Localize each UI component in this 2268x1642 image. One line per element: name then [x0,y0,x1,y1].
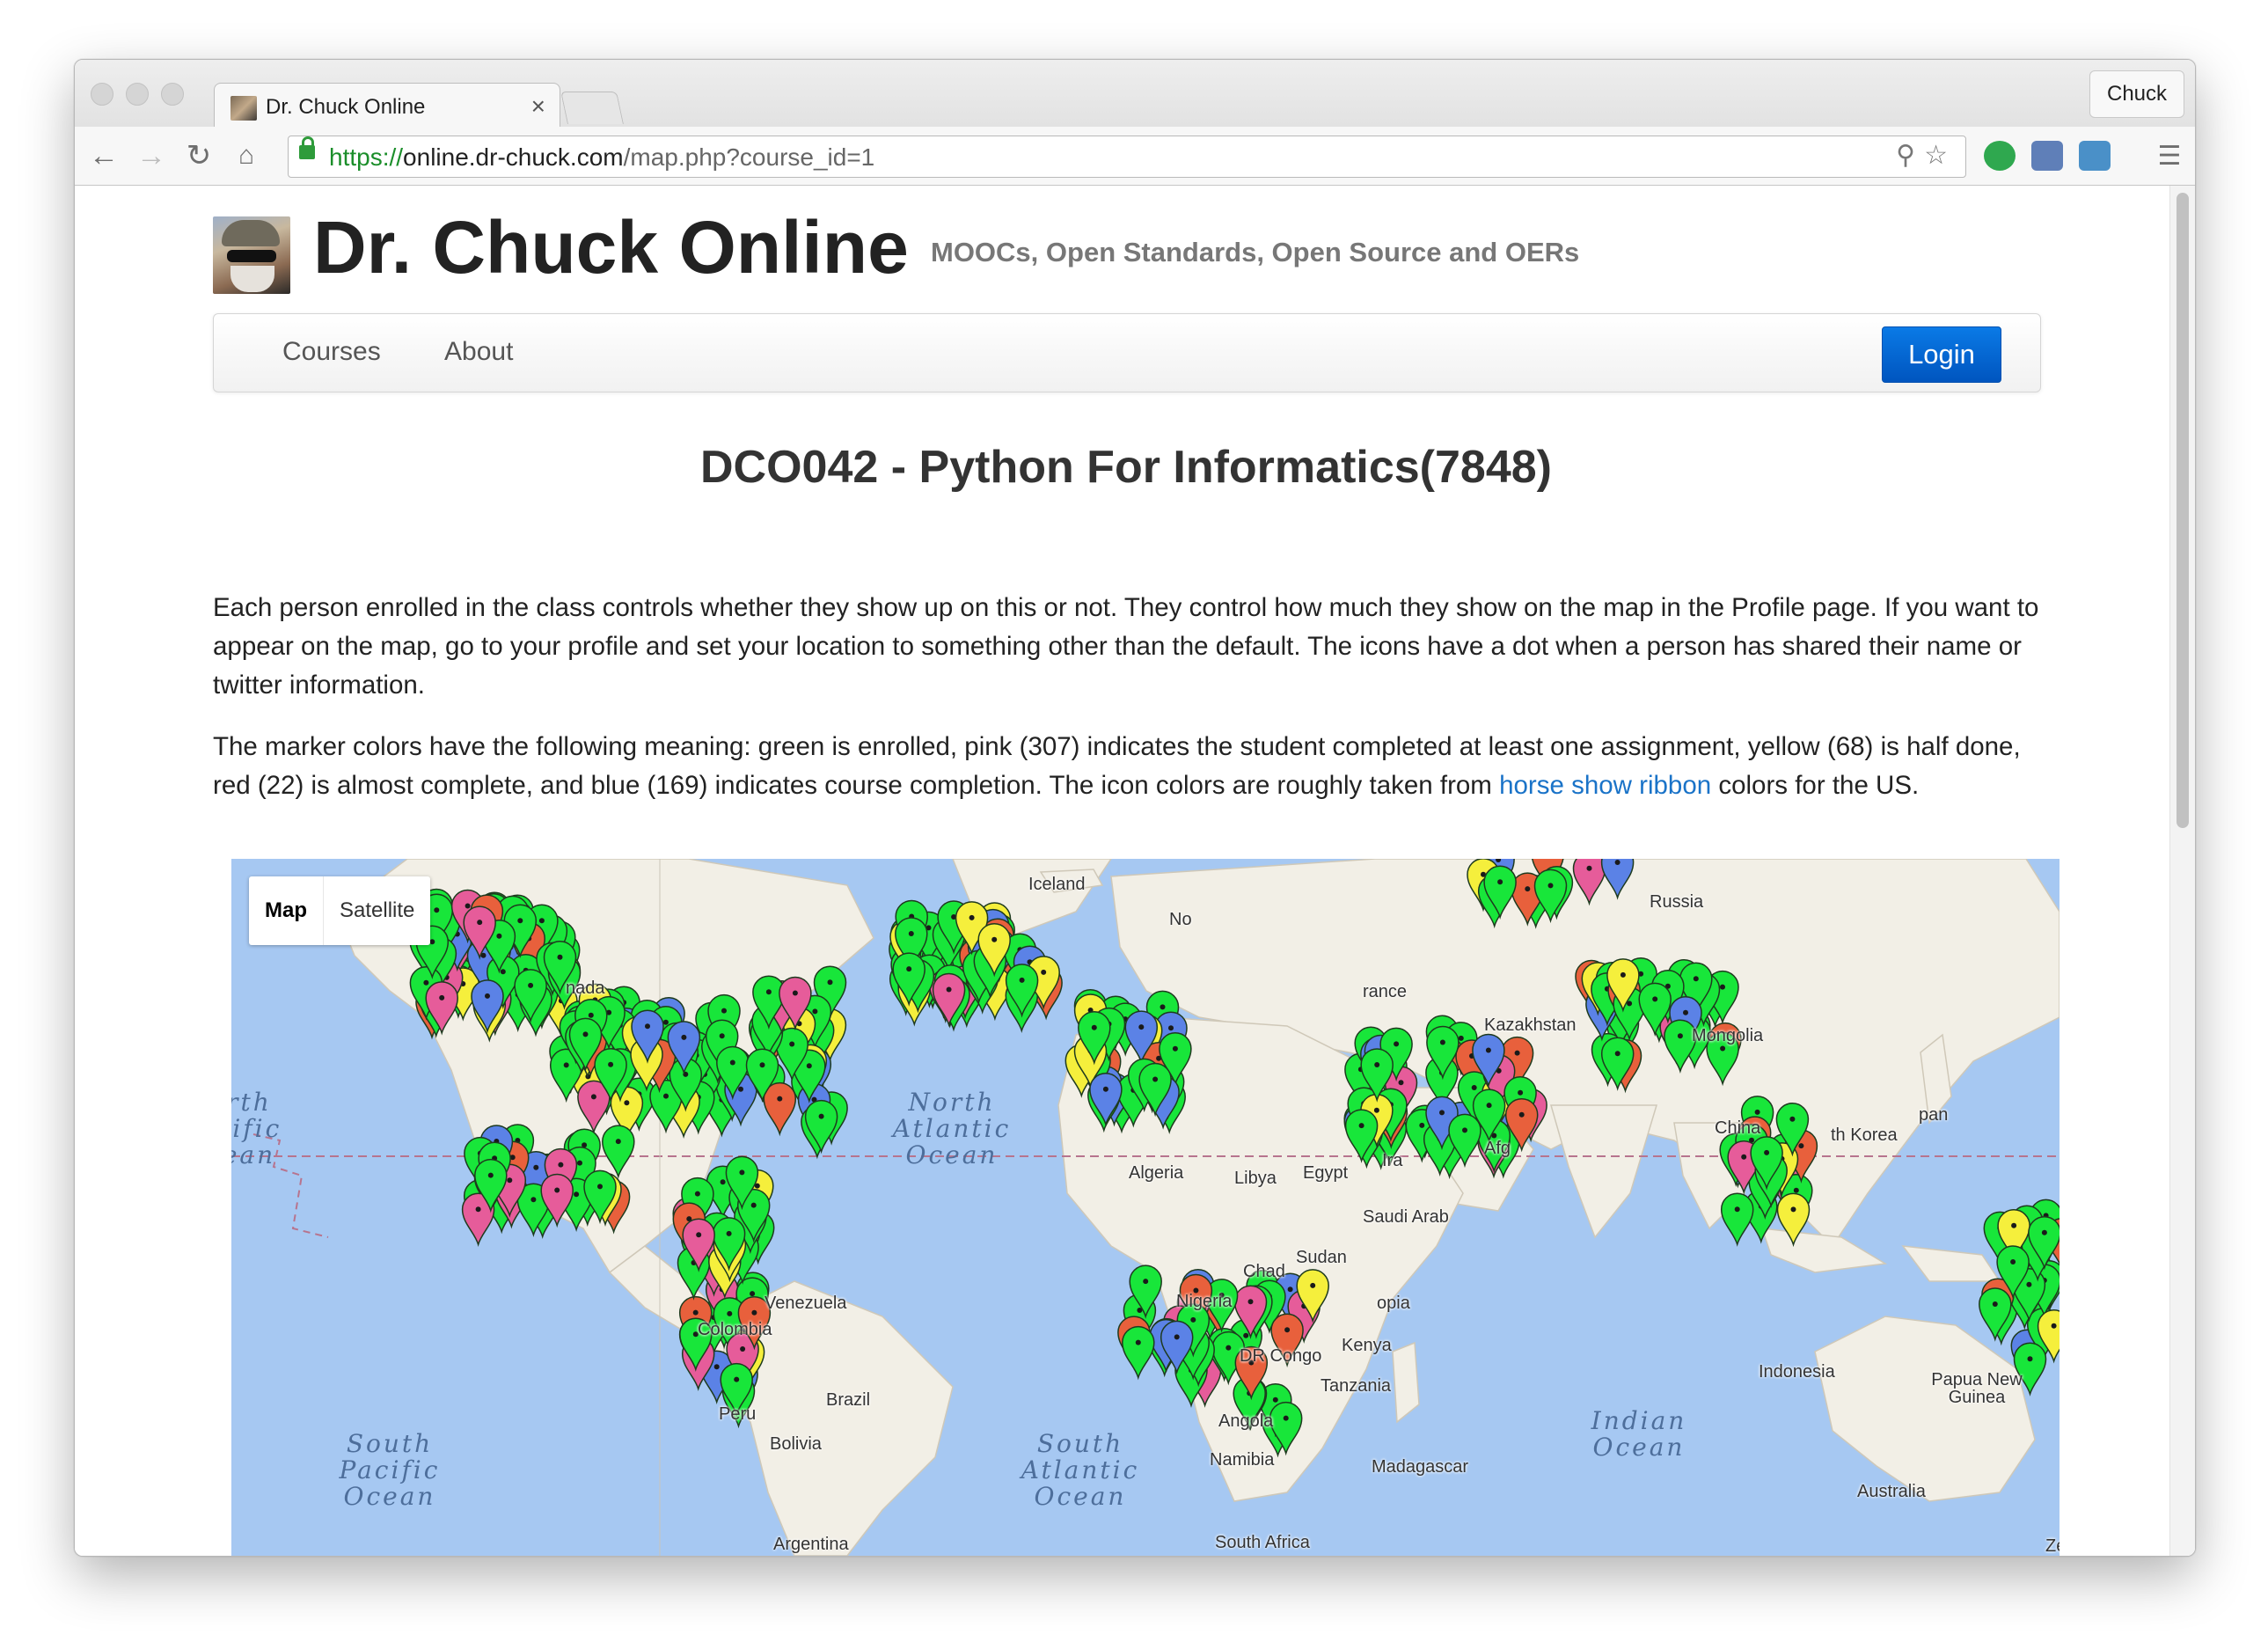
close-window-button[interactable] [91,83,113,106]
indonesia-land [1760,1228,1888,1273]
map-marker[interactable] [763,1081,797,1137]
device-extension-icon[interactable] [2079,141,2111,171]
bookmark-star-icon[interactable]: ⚲☆ [1896,140,1957,171]
map-label-argentina: Argentina [773,1535,849,1554]
map-label-drcongo: DR Congo [1240,1346,1322,1366]
login-button[interactable]: Login [1882,326,2001,383]
map-label-brazil: Brazil [826,1390,871,1410]
map-label-venezuela: Venezuela [765,1294,847,1313]
new-guinea-land [1901,1245,2001,1282]
map-label-russia: Russia [1650,892,1704,912]
browser-tab[interactable]: Dr. Chuck Online × [214,83,560,129]
horse-show-ribbon-link[interactable]: horse show ribbon [1499,771,1711,800]
map-type-satellite-button[interactable]: Satellite [324,876,430,945]
url-text: https://online.dr-chuck.com/map.php?cour… [329,143,875,171]
map-label-chad: Chad [1243,1262,1285,1281]
php-extension-icon[interactable] [2031,141,2063,171]
map-label-libya: Libya [1234,1169,1277,1188]
menu-icon[interactable]: ☰ [2151,137,2188,174]
minimize-window-button[interactable] [126,83,149,106]
map-label-bolivia: Bolivia [770,1434,822,1454]
new-tab-button[interactable] [560,92,624,124]
page-viewport: Dr. Chuck Online MOOCs, Open Standards, … [75,186,2195,1556]
map-label-norway: No [1169,910,1192,929]
ocean-label-indian: Indian Ocean [1591,1406,1687,1462]
map-label-australia: Australia [1857,1482,1926,1501]
zoom-window-button[interactable] [161,83,184,106]
australia-land [1814,1316,2036,1502]
map-label-nigeria: Nigeria [1176,1292,1233,1311]
site-tagline: MOOCs, Open Standards, Open Source and O… [931,237,1580,268]
forward-arrow-icon[interactable]: → [133,137,170,174]
map-type-control: Map Satellite [249,876,431,945]
map-type-map-button[interactable]: Map [249,876,324,945]
map-label-angola: Angola [1218,1411,1274,1431]
avatar-beard [230,266,274,292]
map-label-namibia: Namibia [1210,1450,1275,1470]
map-label-southafrica: South Africa [1215,1533,1310,1552]
hangouts-extension-icon[interactable] [1984,141,2016,171]
favicon-icon [230,96,257,121]
map-label-china: China [1715,1118,1761,1138]
map-label-png: Papua New Guinea [1931,1370,2023,1407]
course-title: DCO042 - Python For Informatics(7848) [700,442,1552,493]
address-bar[interactable]: https://online.dr-chuck.com/map.php?cour… [288,136,1966,178]
enrollment-map[interactable]: Map Satellite Iceland Russia Kazakhstan … [231,859,2059,1556]
site-title[interactable]: Dr. Chuck Online [313,205,909,290]
map-label-iceland: Iceland [1028,875,1086,894]
map-label-saudi: Saudi Arab [1363,1207,1449,1227]
map-label-japan: pan [1919,1105,1949,1125]
navbar: Courses About Login [213,313,2041,392]
home-icon[interactable]: ⌂ [228,137,265,174]
map-label-canada: nada [566,979,605,998]
map-label-kazakhstan: Kazakhstan [1484,1015,1577,1035]
nav-about-link[interactable]: About [444,337,513,367]
map-label-peru: Peru [719,1404,757,1424]
map-label-zoom: Ze [2045,1536,2059,1556]
lock-icon [299,136,315,159]
ocean-label-north-pacific: rth cific ean [231,1088,282,1169]
legend-paragraph: The marker colors have the following mea… [213,732,2021,800]
map-label-madagascar: Madagascar [1372,1457,1469,1477]
tab-strip: Dr. Chuck Online × Chuck [75,60,2195,129]
map-marker[interactable] [1122,1325,1155,1381]
scrollbar-thumb[interactable] [2177,193,2189,828]
map-label-colombia: Colombia [698,1320,772,1339]
madagascar-land [1392,1341,1420,1424]
browser-toolbar: ← → ↻ ⌂ https://online.dr-chuck.com/map.… [75,127,2195,186]
avatar [213,216,290,294]
avatar-glasses [227,250,276,262]
map-label-ethiopia: opia [1377,1294,1410,1313]
back-arrow-icon[interactable]: ← [85,137,122,174]
description-paragraph: Each person enrolled in the class contro… [213,593,2039,700]
tab-title: Dr. Chuck Online [266,95,426,119]
map-label-mongolia: Mongolia [1692,1026,1764,1045]
ocean-label-south-pacific: South Pacific Ocean [339,1429,441,1511]
tab-close-icon[interactable]: × [531,92,545,121]
map-label-korea: th Korea [1831,1125,1898,1145]
reload-icon[interactable]: ↻ [180,137,217,174]
ocean-label-south-atlantic: South Atlantic Ocean [1021,1429,1140,1511]
map-label-kenya: Kenya [1342,1336,1392,1355]
map-label-sudan: Sudan [1296,1248,1347,1267]
map-label-france: rance [1363,982,1408,1001]
map-label-tanzania: Tanzania [1321,1376,1392,1396]
map-label-iran: Ira [1382,1151,1403,1170]
browser-window: Dr. Chuck Online × Chuck ← → ↻ ⌂ https:/… [74,59,2196,1557]
map-label-algeria: Algeria [1129,1163,1184,1183]
map-label-indonesia: Indonesia [1759,1362,1835,1382]
map-label-egypt: Egypt [1303,1163,1349,1183]
page-scrollbar[interactable] [2169,186,2195,1556]
ocean-label-north-atlantic: North Atlantic Ocean [892,1088,1012,1169]
avatar-hat [222,220,280,246]
map-label-afghanistan: Afg [1484,1139,1511,1158]
nav-courses-link[interactable]: Courses [282,337,381,367]
map-marker[interactable] [1720,1192,1754,1247]
profile-button[interactable]: Chuck [2089,70,2184,118]
india-land [1550,1104,1658,1239]
